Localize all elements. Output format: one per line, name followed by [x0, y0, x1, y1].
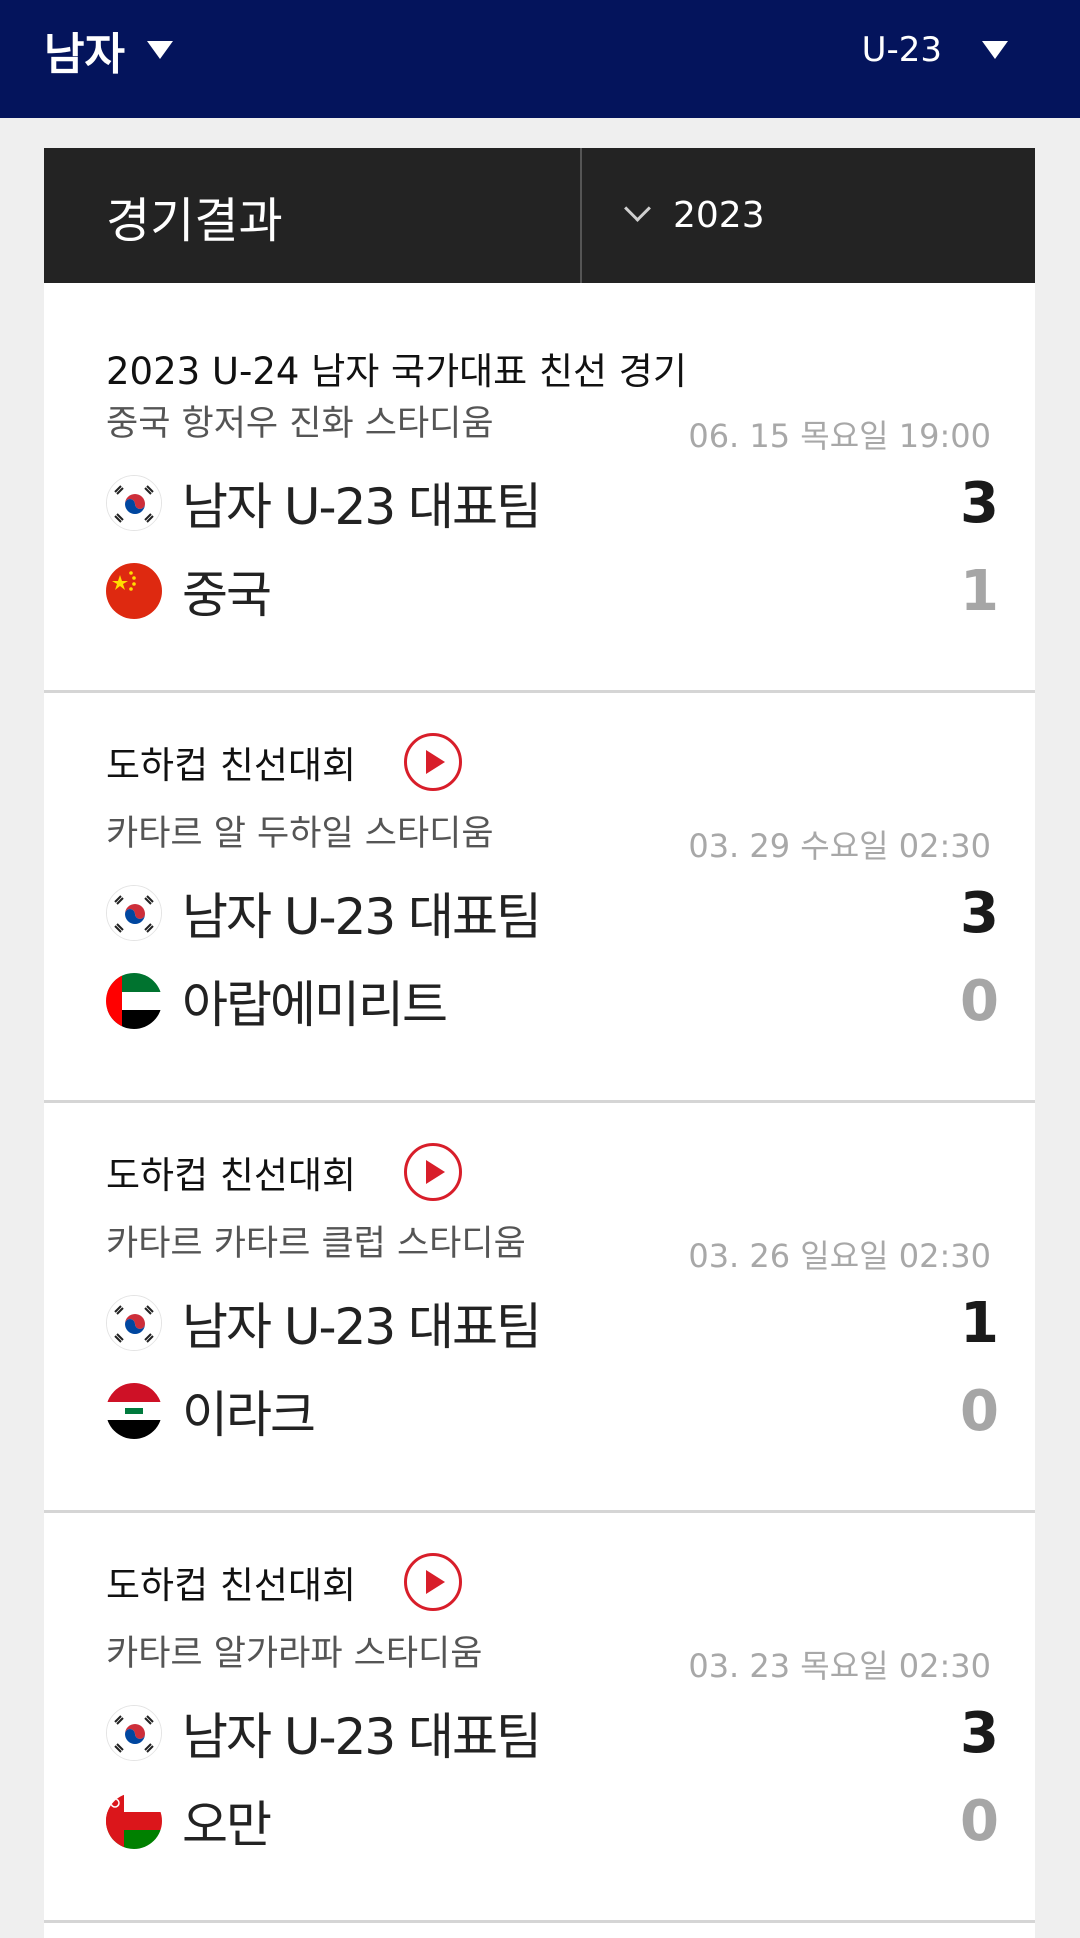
home-team-row: 남자 U-23 대표팀 3: [106, 880, 999, 946]
play-icon: [426, 750, 446, 774]
caret-down-icon: [982, 41, 1008, 59]
results-header: 경기결과 2023: [44, 148, 1035, 283]
away-team-name: 아랍에미리트: [182, 976, 448, 1034]
chevron-down-icon: [624, 195, 651, 222]
gender-dropdown[interactable]: 남자: [44, 20, 173, 80]
korea-flag-icon: [106, 475, 162, 531]
home-team-name: 남자 U-23 대표팀: [182, 1708, 542, 1766]
top-navigation-bar: 남자 U-23: [0, 0, 1080, 118]
competition-name: 2023 U-24 남자 국가대표 친선 경기: [106, 350, 687, 393]
match-datetime: 06. 15 목요일 19:00: [688, 417, 991, 455]
match-card[interactable]: 도하컵 친선대회 카타르 카타르 클럽 스타디움 03. 26 일요일 02:3…: [44, 1103, 1035, 1513]
away-team-row: 이라크 0: [106, 1378, 999, 1444]
play-icon: [426, 1160, 446, 1184]
year-dropdown[interactable]: 2023: [582, 148, 1035, 283]
gender-dropdown-label: 남자: [44, 29, 125, 80]
away-team-row: 중국 1: [106, 558, 999, 624]
home-team-row: 남자 U-23 대표팀 1: [106, 1290, 999, 1356]
away-team-name: 오만: [182, 1796, 272, 1854]
match-datetime: 03. 23 목요일 02:30: [688, 1647, 991, 1685]
home-team-score: 3: [960, 880, 999, 946]
competition-name: 도하컵 친선대회: [106, 1154, 357, 1197]
play-video-button[interactable]: [404, 1143, 463, 1201]
competition-title: 도하컵 친선대회: [106, 1553, 463, 1611]
play-video-button[interactable]: [404, 1553, 463, 1611]
home-team-row: 남자 U-23 대표팀 3: [106, 470, 999, 536]
competition-name: 도하컵 친선대회: [106, 1564, 357, 1607]
match-datetime: 03. 26 일요일 02:30: [688, 1237, 991, 1275]
play-video-button[interactable]: [404, 733, 463, 791]
age-category-dropdown[interactable]: U-23: [862, 20, 1008, 80]
home-team-name: 남자 U-23 대표팀: [182, 478, 542, 536]
venue: 카타르 알가라파 스타디움: [106, 1634, 483, 1674]
competition-title: 도하컵 친선대회: [106, 1143, 463, 1201]
match-datetime: 03. 29 수요일 02:30: [688, 827, 991, 865]
competition-title: 도하컵 친선대회: [106, 733, 463, 791]
away-team-name: 중국: [182, 566, 272, 624]
competition-name: 도하컵 친선대회: [106, 744, 357, 787]
china-flag-icon: [106, 563, 162, 619]
away-team-name: 이라크: [182, 1386, 316, 1444]
venue: 카타르 카타르 클럽 스타디움: [106, 1224, 526, 1264]
iraq-flag-icon: [106, 1383, 162, 1439]
play-icon: [426, 1570, 446, 1594]
oman-flag-icon: [106, 1793, 162, 1849]
away-team-score: 1: [960, 558, 999, 624]
korea-flag-icon: [106, 885, 162, 941]
home-team-row: 남자 U-23 대표팀 3: [106, 1700, 999, 1766]
away-team-score: 0: [960, 1788, 999, 1854]
caret-down-icon: [146, 41, 173, 59]
away-team-row: 아랍에미리트 0: [106, 968, 999, 1034]
home-team-score: 3: [960, 1700, 999, 1766]
away-team-score: 0: [960, 1378, 999, 1444]
home-team-name: 남자 U-23 대표팀: [182, 888, 542, 946]
competition-title: 2023 U-24 남자 국가대표 친선 경기: [106, 341, 687, 395]
home-team-score: 1: [960, 1290, 999, 1356]
venue: 중국 항저우 진화 스타디움: [106, 404, 494, 444]
match-results-panel: 경기결과 2023 2023 U-24 남자 국가대표 친선 경기 중국 항저우…: [44, 148, 1035, 1938]
away-team-row: 오만 0: [106, 1788, 999, 1854]
korea-flag-icon: [106, 1295, 162, 1351]
year-label: 2023: [673, 195, 765, 236]
match-card[interactable]: 2023 U-24 남자 국가대표 친선 경기 중국 항저우 진화 스타디움 0…: [44, 283, 1035, 693]
age-category-label: U-23: [861, 30, 942, 70]
uae-flag-icon: [106, 973, 162, 1029]
venue: 카타르 알 두하일 스타디움: [106, 814, 494, 854]
match-card[interactable]: 도하컵 친선대회 카타르 알 두하일 스타디움 03. 29 수요일 02:30: [44, 693, 1035, 1103]
away-team-score: 0: [960, 968, 999, 1034]
home-team-name: 남자 U-23 대표팀: [182, 1298, 542, 1356]
home-team-score: 3: [960, 470, 999, 536]
korea-flag-icon: [106, 1705, 162, 1761]
results-title: 경기결과: [44, 148, 582, 283]
match-card[interactable]: 도하컵 친선대회 카타르 알가라파 스타디움 03. 23 목요일 02:30: [44, 1513, 1035, 1923]
